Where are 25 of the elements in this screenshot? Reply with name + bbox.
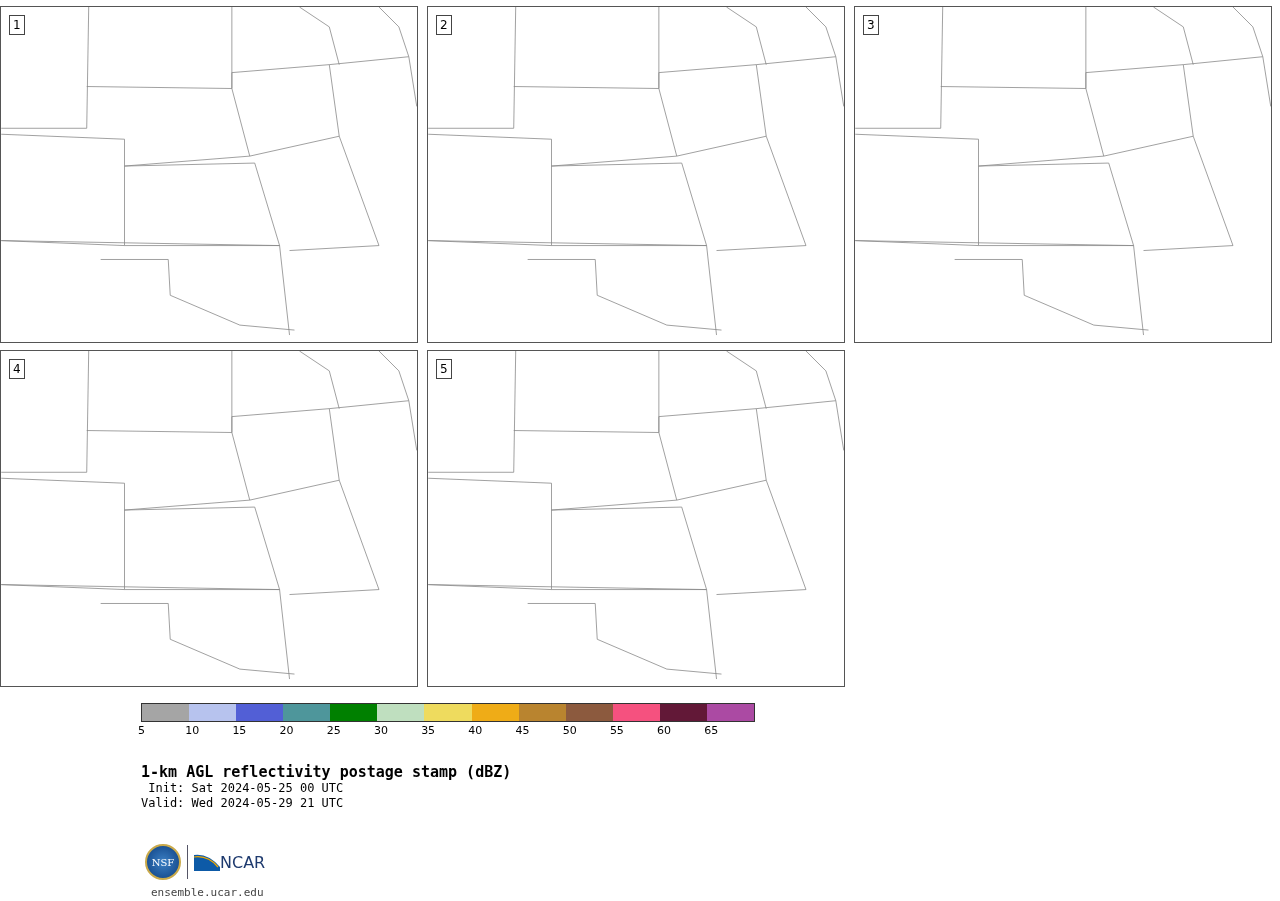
- nsf-logo: NSF: [145, 844, 181, 880]
- panel-number: 4: [9, 359, 25, 379]
- chart-title: 1-km AGL reflectivity postage stamp (dBZ): [141, 763, 513, 781]
- tick-label: 20: [279, 724, 295, 737]
- tick-label: 50: [562, 724, 578, 737]
- panel-number: 3: [863, 15, 879, 35]
- swoosh-icon: [194, 853, 220, 871]
- tick-label: 15: [232, 724, 248, 737]
- panel-number: 1: [9, 15, 25, 35]
- tick-label: 30: [373, 724, 389, 737]
- panel-number: 2: [436, 15, 452, 35]
- tick-label: 65: [704, 724, 720, 737]
- tick-label: 40: [468, 724, 484, 737]
- init-time: Init: Sat 2024-05-25 00 UTC: [147, 781, 345, 796]
- tick-label: 25: [326, 724, 342, 737]
- tick-label: 5: [138, 724, 146, 737]
- tick-label: 45: [515, 724, 531, 737]
- tick-label: 55: [609, 724, 625, 737]
- panel-number: 5: [436, 359, 452, 379]
- tick-label: 35: [421, 724, 437, 737]
- tick-label: 60: [657, 724, 673, 737]
- site-url: ensemble.ucar.edu: [151, 886, 265, 899]
- valid-time: Valid: Wed 2024-05-29 21 UTC: [141, 796, 345, 811]
- ncar-logo: NCAR: [220, 852, 266, 872]
- tick-label: 10: [185, 724, 201, 737]
